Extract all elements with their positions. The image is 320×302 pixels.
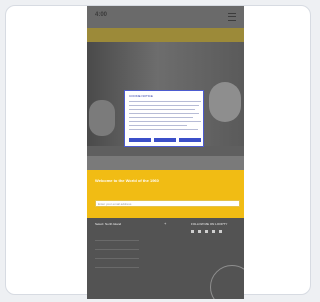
top-bar: 4:00 [87,6,244,28]
hero-image: COOKIE NOTICE [87,42,244,147]
footer-link-4[interactable] [95,261,139,268]
modal-title: COOKIE NOTICE [129,94,153,98]
footer-nav-title: Select: North Island [95,222,122,226]
facebook-icon[interactable] [191,230,194,233]
footer-link-list [95,234,139,270]
email-input[interactable]: Enter your email address [95,200,240,207]
modal-button-3[interactable] [179,138,201,142]
modal-button-2[interactable] [154,138,176,142]
modal-button-1[interactable] [129,138,151,142]
menu-icon[interactable] [228,13,236,21]
modal-text-line [129,101,201,102]
modal-text-line [129,125,187,126]
person-image-right [209,82,241,122]
person-image-left [89,100,115,136]
gray-banner [87,156,244,170]
cookie-modal: COOKIE NOTICE [124,90,204,147]
twitter-icon[interactable] [198,230,201,233]
mobile-webpage: 4:00 COOKIE NOTICE Welcome to the World … [87,6,244,299]
site-footer: Select: North Island + FOLLOW ME ON LOOP… [87,218,244,299]
nav-strip [87,28,244,42]
modal-text-line [129,117,193,118]
modal-text-line [129,113,199,114]
modal-text-line [129,105,199,106]
footer-social-title: FOLLOW ME ON LOOPTY [191,222,228,226]
decorative-circle [210,265,244,299]
site-logo[interactable]: 4:00 [95,12,107,18]
newsletter-section: Welcome to the World of the 1960 Enter y… [87,170,244,218]
footer-link-3[interactable] [95,252,139,259]
footer-link-2[interactable] [95,243,139,250]
expand-icon[interactable]: + [164,221,166,226]
youtube-icon[interactable] [212,230,215,233]
newsletter-heading: Welcome to the World of the 1960 [95,178,159,183]
mail-icon[interactable] [219,230,222,233]
modal-text-line [129,121,201,122]
modal-text-line [129,129,198,130]
modal-text-line [129,109,195,110]
social-icons [191,230,222,233]
instagram-icon[interactable] [205,230,208,233]
footer-link-1[interactable] [95,234,139,241]
